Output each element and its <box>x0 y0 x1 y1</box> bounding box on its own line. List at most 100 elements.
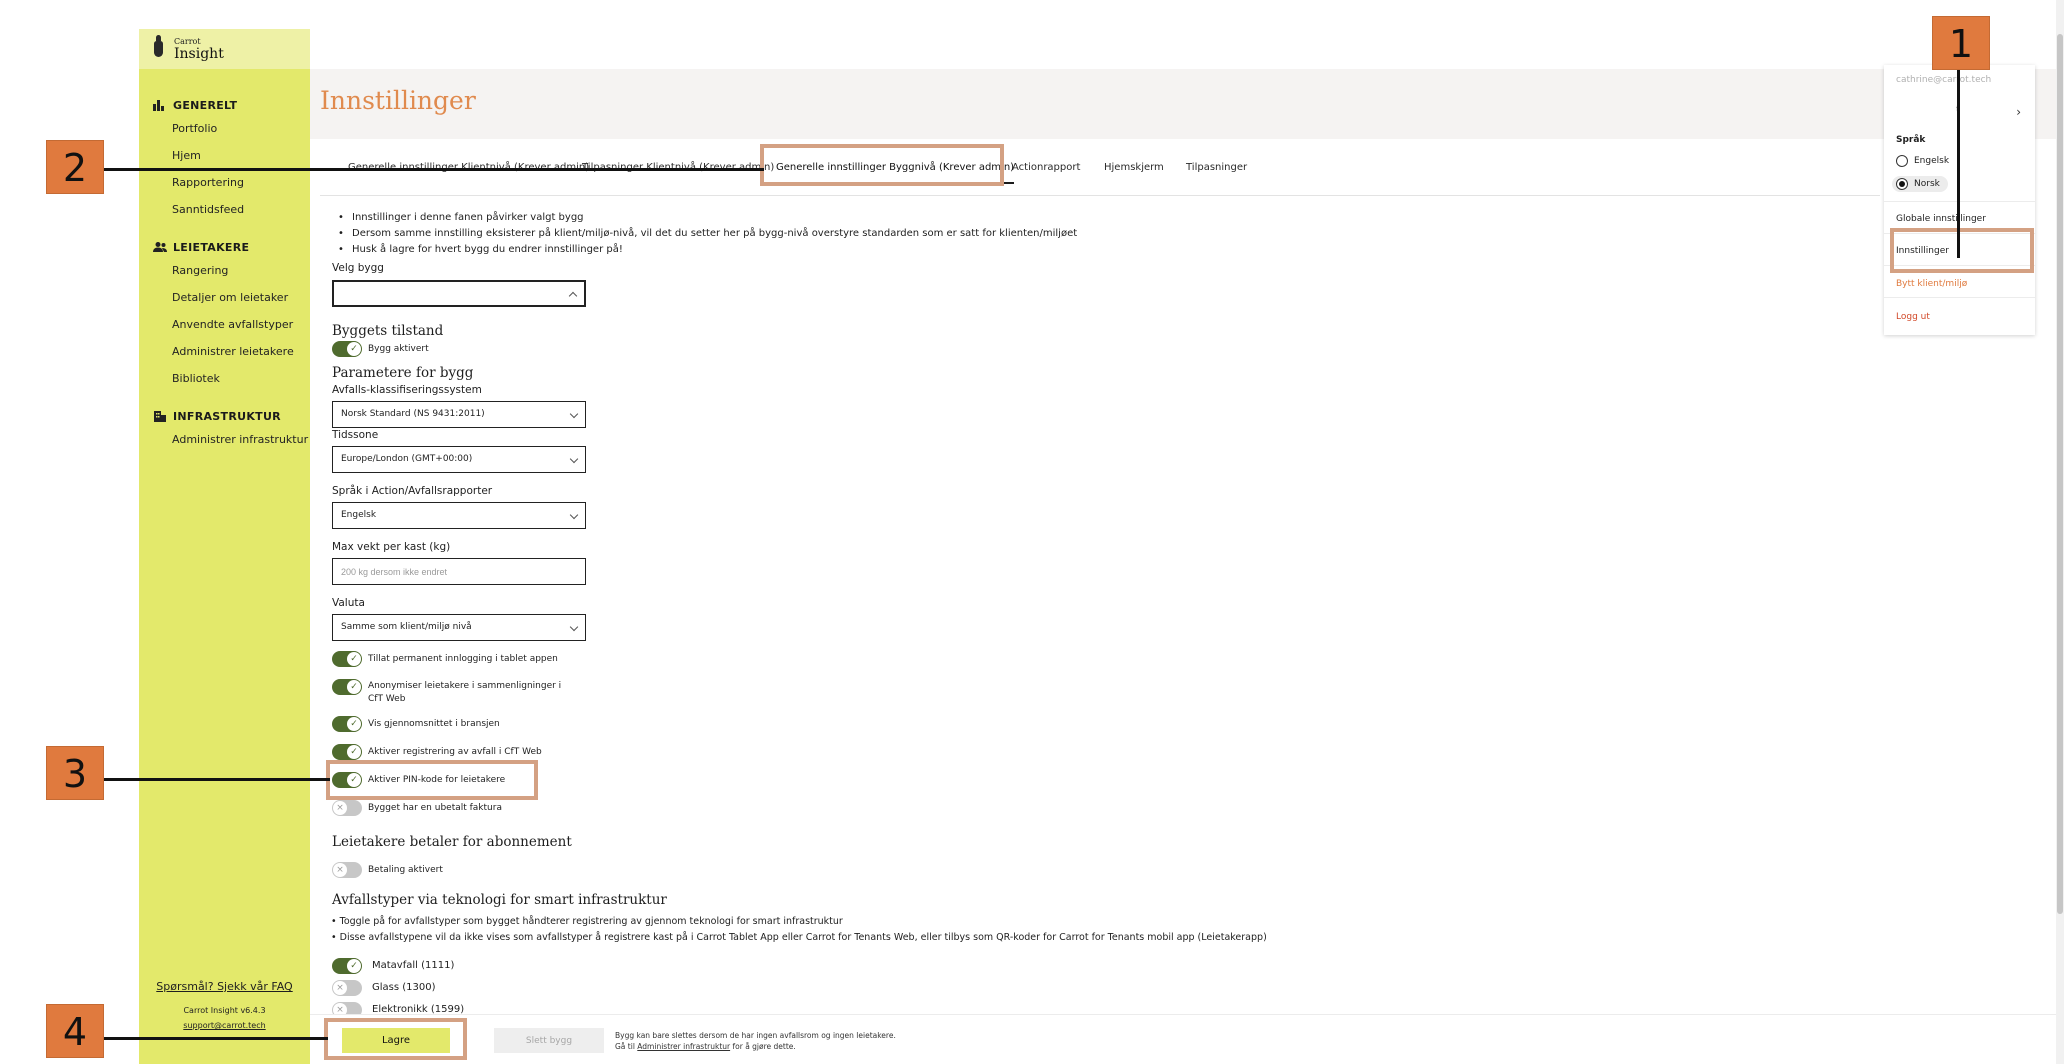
faq-link[interactable]: Spørsmål? Sjekk vår FAQ <box>139 980 310 993</box>
waste-type-row[interactable]: ✓ Matavfall (1111) <box>332 958 454 974</box>
nav-section-generelt: GENERELT Portfolio Hjem Rapportering San… <box>139 95 310 223</box>
scrollbar-thumb[interactable] <box>2057 34 2063 914</box>
timezone-select[interactable]: Europe/London (GMT+00:00) <box>332 446 586 473</box>
params-heading: Parametere for bygg <box>332 365 474 381</box>
classification-select[interactable]: Norsk Standard (NS 9431:2011) <box>332 401 586 428</box>
report-language-label: Språk i Action/Avfallsrapporter <box>332 485 493 497</box>
language-option-engelsk[interactable]: Engelsk <box>1896 155 1949 167</box>
sidebar-item-bibliotek[interactable]: Bibliotek <box>139 365 310 392</box>
max-weight-input[interactable] <box>332 558 586 585</box>
toggle-row[interactable]: × Bygget har en ubetalt faktura <box>332 800 502 816</box>
unpaid-invoice-toggle[interactable]: × <box>332 800 362 816</box>
bar-chart-icon <box>153 99 167 111</box>
info-item: Innstillinger i denne fanen påvirker val… <box>332 210 1632 226</box>
annotation-badge-1: 1 <box>1932 16 1990 70</box>
check-icon: ✓ <box>347 717 361 731</box>
chevron-down-icon <box>569 409 579 419</box>
nav-header-generelt: GENERELT <box>139 95 310 115</box>
check-icon: ✓ <box>347 959 361 973</box>
waste-type-row[interactable]: × Glass (1300) <box>332 980 436 996</box>
app-logo[interactable]: Carrot Insight <box>139 29 310 69</box>
tab-actionrapport[interactable]: Actionrapport <box>1012 140 1080 196</box>
delete-building-button[interactable]: Slett bygg <box>494 1028 604 1053</box>
report-language-select[interactable]: Engelsk <box>332 502 586 529</box>
sidebar-item-avfallstyper[interactable]: Anvendte avfallstyper <box>139 311 310 338</box>
industry-average-toggle[interactable]: ✓ <box>332 716 362 732</box>
logo-big-text: Insight <box>174 45 224 62</box>
users-icon <box>153 241 167 253</box>
check-icon: ✓ <box>347 745 361 759</box>
sidebar-item-hjem[interactable]: Hjem <box>139 142 310 169</box>
chevron-down-icon <box>569 454 579 464</box>
anonymize-tenants-toggle[interactable]: ✓ <box>332 679 362 695</box>
user-email: cathrine@carrot.tech <box>1896 75 1992 85</box>
select-building-label: Velg bygg <box>332 262 384 274</box>
chevron-down-icon <box>569 622 579 632</box>
annotation-badge-2: 2 <box>46 140 104 194</box>
x-icon: × <box>333 863 347 877</box>
app-version: Carrot Insight v6.4.3 <box>183 1006 266 1015</box>
annotation-badge-3: 3 <box>46 746 104 800</box>
annotation-line-4 <box>104 1037 328 1040</box>
currency-label: Valuta <box>332 597 365 609</box>
toggle-row[interactable]: ✓ Anonymiser leietakere i sammenligninge… <box>332 679 568 706</box>
waste-type-toggle[interactable]: ✓ <box>332 958 362 974</box>
support-email-link[interactable]: support@carrot.tech <box>139 1021 310 1030</box>
select-building-dropdown[interactable] <box>332 280 586 307</box>
chevron-down-icon <box>569 510 579 520</box>
sidebar-item-rangering[interactable]: Rangering <box>139 257 310 284</box>
infra-link[interactable]: Administrer infrastruktur <box>637 1042 730 1051</box>
toggle-row[interactable]: × Betaling aktivert <box>332 862 443 878</box>
menu-logout[interactable]: Logg ut <box>1896 312 1930 322</box>
building-settings-form: Innstillinger i denne fanen påvirker val… <box>331 210 1632 1018</box>
delete-note: Bygg kan bare slettes dersom de har inge… <box>615 1031 896 1051</box>
x-icon: × <box>333 801 347 815</box>
toggle-row[interactable]: ✓ Aktiver registrering av avfall i CfT W… <box>332 744 542 760</box>
annotation-line-1 <box>1957 70 1960 258</box>
page-scrollbar[interactable] <box>2056 0 2064 1064</box>
menu-global-settings[interactable]: Globale innstillinger <box>1896 214 1986 224</box>
smart-info-item: • Toggle på for avfallstyper som bygget … <box>331 916 843 927</box>
tab-tilpasninger[interactable]: Tilpasninger <box>1186 140 1247 196</box>
radio-selected-icon[interactable] <box>1896 178 1908 190</box>
sidebar-item-detaljer[interactable]: Detaljer om leietaker <box>139 284 310 311</box>
building-active-toggle[interactable]: ✓ <box>332 341 362 357</box>
currency-select[interactable]: Samme som klient/miljø nivå <box>332 614 586 641</box>
page-title: Innstillinger <box>320 86 476 115</box>
menu-switch-client[interactable]: Bytt klient/miljø <box>1896 279 1967 289</box>
toggle-row[interactable]: ✓ Tillat permanent innlogging i tablet a… <box>332 651 558 667</box>
chevron-up-icon <box>568 291 578 301</box>
radio-icon[interactable] <box>1896 155 1908 167</box>
info-item: Dersom samme innstilling eksisterer på k… <box>332 226 1632 242</box>
smart-info-item: • Disse avfallstypene vil da ikke vises … <box>331 932 1267 943</box>
nav-header-leietakere: LEIETAKERE <box>139 237 310 257</box>
toggle-row[interactable]: ✓ Vis gjennomsnittet i bransjen <box>332 716 500 732</box>
tab-hjemskjerm[interactable]: Hjemskjerm <box>1104 140 1164 196</box>
sidebar-item-administrer-leietakere[interactable]: Administrer leietakere <box>139 338 310 365</box>
waste-type-toggle[interactable]: × <box>332 980 362 996</box>
check-icon: ✓ <box>347 680 361 694</box>
page-header-band <box>310 69 2062 139</box>
building-active-toggle-row[interactable]: ✓ Bygg aktivert <box>332 341 429 357</box>
subscription-heading: Leietakere betaler for abonnement <box>332 834 572 850</box>
payment-active-toggle[interactable]: × <box>332 862 362 878</box>
sidebar-item-portfolio[interactable]: Portfolio <box>139 115 310 142</box>
annotation-badge-4: 4 <box>46 1004 104 1058</box>
sidebar-item-sanntidsfeed[interactable]: Sanntidsfeed <box>139 196 310 223</box>
language-heading: Språk <box>1896 135 1926 145</box>
x-icon: × <box>333 981 347 995</box>
info-list: Innstillinger i denne fanen påvirker val… <box>332 210 1632 258</box>
max-weight-label: Max vekt per kast (kg) <box>332 541 451 553</box>
language-option-norsk[interactable]: Norsk <box>1892 176 1948 192</box>
info-item: Husk å lagre for hvert bygg du endrer in… <box>332 242 1632 258</box>
web-registration-toggle[interactable]: ✓ <box>332 744 362 760</box>
permanent-login-toggle[interactable]: ✓ <box>332 651 362 667</box>
sidebar-item-rapportering[interactable]: Rapportering <box>139 169 310 196</box>
annotation-box-3 <box>326 760 538 800</box>
annotation-box-4 <box>324 1018 467 1060</box>
nav-header-infrastruktur: INFRASTRUKTUR <box>139 406 310 426</box>
chevron-right-icon[interactable]: › <box>2016 105 2021 119</box>
annotation-line-3 <box>104 778 330 781</box>
sidebar: Carrot Insight GENERELT Portfolio Hjem R… <box>139 29 310 1064</box>
sidebar-item-administrer-infrastruktur[interactable]: Administrer infrastruktur <box>139 426 310 453</box>
